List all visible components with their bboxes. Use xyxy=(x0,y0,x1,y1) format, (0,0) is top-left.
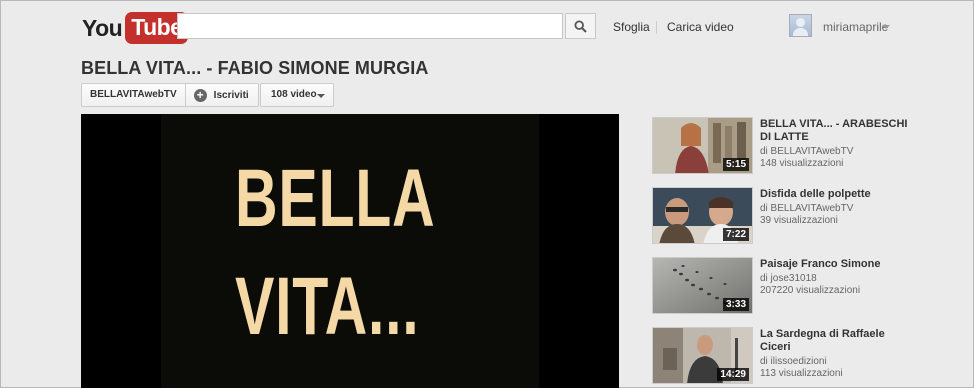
related-video-item[interactable]: 14:29 La Sardegna di Raffaele Ciceri di … xyxy=(652,327,912,387)
channel-videos-dropdown[interactable]: 108 video xyxy=(260,83,334,107)
related-video-views: 113 visualizzazioni xyxy=(760,368,843,379)
related-video-item[interactable]: 3:33 Paisaje Franco Simone di jose31018 … xyxy=(652,257,912,317)
plus-icon: + xyxy=(193,88,207,102)
chevron-down-icon xyxy=(317,94,325,98)
video-thumbnail[interactable]: 14:29 xyxy=(652,327,753,384)
player-title-line1: BELLA xyxy=(235,153,436,244)
related-video-views: 39 visualizzazioni xyxy=(760,215,838,226)
browse-link[interactable]: Sfoglia xyxy=(613,20,650,34)
channel-name-button[interactable]: BELLAVITAwebTV xyxy=(82,84,186,106)
subscribe-label: Iscriviti xyxy=(213,89,249,101)
username-link[interactable]: miriamaprile xyxy=(823,20,888,34)
search-icon xyxy=(574,19,587,33)
nav-divider xyxy=(656,21,657,34)
video-player[interactable]: BELLA VITA... xyxy=(81,114,619,388)
upload-link[interactable]: Carica video xyxy=(667,20,734,34)
search-input[interactable] xyxy=(177,13,563,39)
video-title: BELLA VITA... - FABIO SIMONE MURGIA xyxy=(81,58,429,78)
related-video-title[interactable]: BELLA VITA... - ARABESCHI DI LATTE xyxy=(760,118,910,144)
youtube-logo[interactable]: You Tube xyxy=(82,12,189,44)
related-video-item[interactable]: 5:15 BELLA VITA... - ARABESCHI DI LATTE … xyxy=(652,117,912,177)
duration-badge: 14:29 xyxy=(717,368,749,381)
chevron-down-icon[interactable] xyxy=(882,25,890,29)
duration-badge: 7:22 xyxy=(722,228,749,241)
related-video-views: 207220 visualizzazioni xyxy=(760,285,861,296)
related-video-views: 148 visualizzazioni xyxy=(760,158,844,169)
subscribe-button[interactable]: + Iscriviti xyxy=(186,84,258,106)
related-video-item[interactable]: 7:22 Disfida delle polpette di BELLAVITA… xyxy=(652,187,912,247)
video-thumbnail[interactable]: 5:15 xyxy=(652,117,753,174)
player-title-line2: VITA... xyxy=(235,261,420,352)
video-thumbnail[interactable]: 3:33 xyxy=(652,257,753,314)
logo-you-text: You xyxy=(82,14,123,41)
search-button[interactable] xyxy=(565,13,596,39)
channel-bar: BELLAVITAwebTV + Iscriviti xyxy=(81,83,259,107)
video-thumbnail[interactable]: 7:22 xyxy=(652,187,753,244)
related-video-title[interactable]: La Sardegna di Raffaele Ciceri xyxy=(760,328,910,354)
duration-badge: 3:33 xyxy=(722,298,749,311)
related-video-title[interactable]: Disfida delle polpette xyxy=(760,188,910,201)
related-video-title[interactable]: Paisaje Franco Simone xyxy=(760,258,910,271)
avatar[interactable] xyxy=(789,14,812,37)
videos-count-label: 108 video xyxy=(271,89,317,100)
duration-badge: 5:15 xyxy=(722,158,749,171)
masthead: You Tube Sfoglia Carica video miriamapri… xyxy=(0,0,974,54)
